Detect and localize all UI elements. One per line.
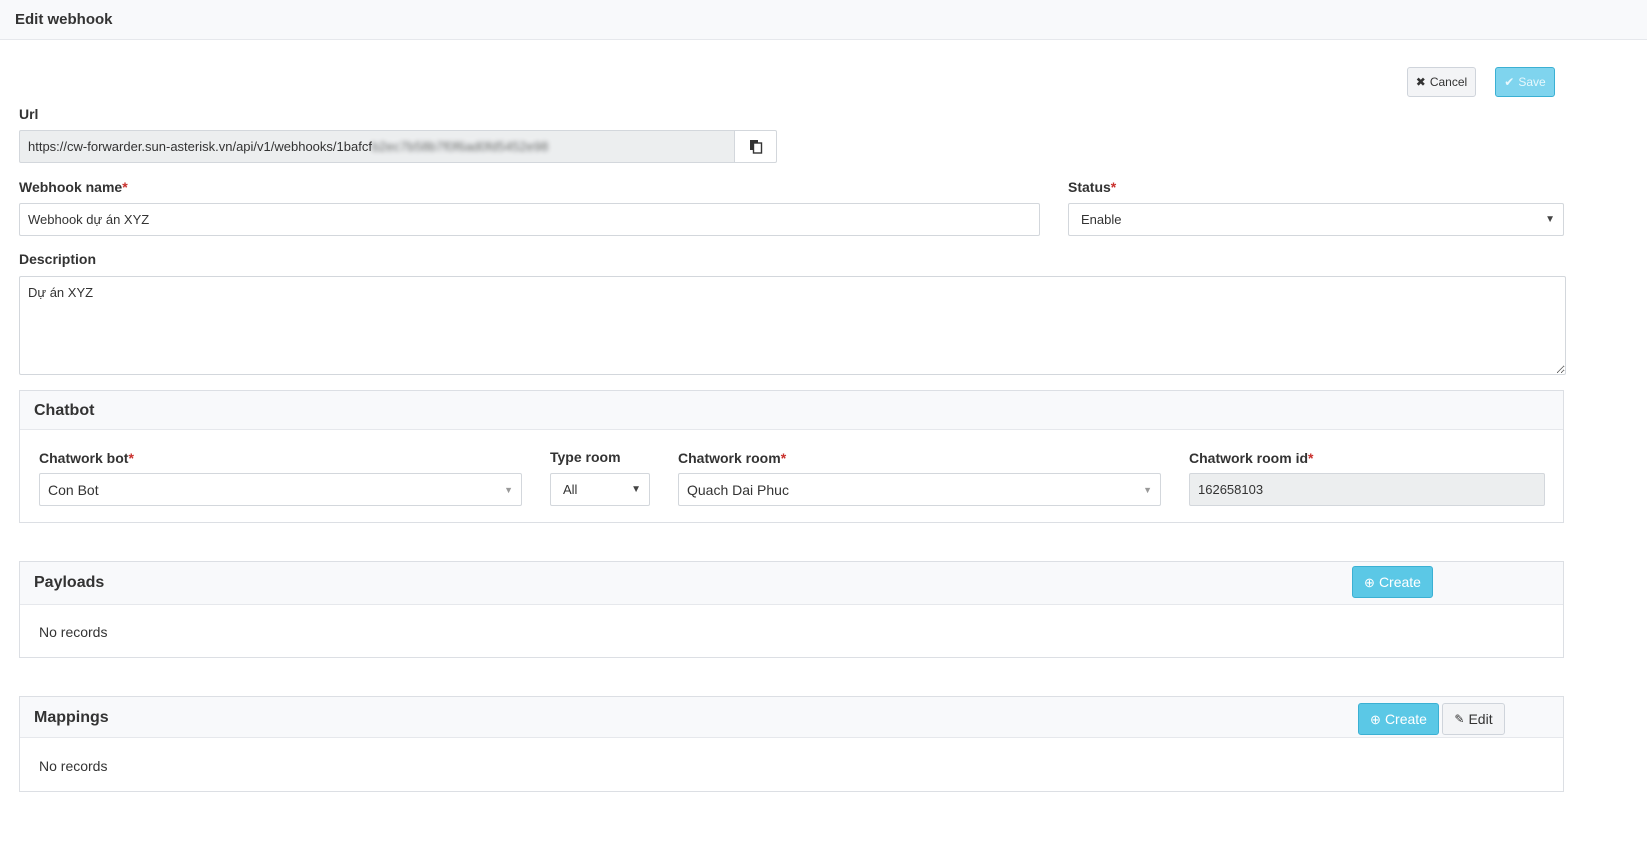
copy-icon (749, 140, 762, 154)
payloads-empty-text: No records (39, 624, 108, 640)
url-field[interactable]: https://cw-forwarder.sun-asterisk.vn/api… (19, 130, 735, 163)
plus-circle-icon: ⊕ (1364, 574, 1375, 590)
cancel-button[interactable]: ✖ Cancel (1407, 67, 1476, 97)
chatwork-bot-label: Chatwork bot* (39, 450, 134, 466)
caret-down-icon: ▼ (631, 484, 641, 495)
chatwork-bot-select[interactable]: Con Bot ▼ (39, 473, 522, 506)
description-textarea[interactable]: Dự án XYZ (19, 276, 1566, 375)
save-button[interactable]: ✔ Save (1495, 67, 1555, 97)
chatwork-room-id-label: Chatwork room id* (1189, 450, 1314, 466)
chatwork-room-id-field: 162658103 (1189, 473, 1545, 506)
chatwork-room-select[interactable]: Quach Dai Phuc ▼ (678, 473, 1161, 506)
plus-circle-icon: ⊕ (1370, 711, 1381, 727)
payloads-panel-title: Payloads (34, 574, 105, 591)
check-icon: ✔ (1504, 75, 1515, 89)
webhook-name-label: Webhook name* (19, 179, 128, 195)
page-header: Edit webhook (0, 0, 1647, 40)
url-label: Url (19, 106, 39, 122)
mappings-create-button[interactable]: ⊕ Create (1358, 703, 1439, 735)
caret-down-icon: ▼ (504, 484, 513, 495)
pencil-icon: ✎ (1454, 712, 1465, 726)
description-label: Description (19, 251, 97, 267)
page-title: Edit webhook (15, 11, 113, 28)
url-value-obscured: b2ec7b58b7f0f6ad0fd5452e98 (371, 139, 549, 154)
mappings-panel-header: Mappings (20, 697, 1563, 738)
payloads-panel: Payloads ⊕ Create No records (19, 561, 1564, 658)
payloads-create-button[interactable]: ⊕ Create (1352, 566, 1433, 598)
mappings-empty-text: No records (39, 758, 108, 774)
caret-down-icon: ▼ (1143, 484, 1152, 495)
chatbot-panel-header: Chatbot (20, 391, 1563, 430)
caret-down-icon: ▼ (1545, 214, 1555, 225)
mappings-panel-title: Mappings (34, 709, 109, 726)
copy-url-button[interactable] (734, 130, 777, 163)
mappings-edit-button[interactable]: ✎ Edit (1442, 703, 1505, 735)
webhook-name-input[interactable]: Webhook dự án XYZ (19, 203, 1040, 236)
status-label: Status* (1068, 179, 1117, 195)
mappings-panel: Mappings ⊕ Create ✎ Edit No records (19, 696, 1564, 792)
status-select[interactable]: Enable ▼ (1068, 203, 1564, 236)
type-room-select[interactable]: All ▼ (550, 473, 650, 506)
payloads-panel-header: Payloads (20, 562, 1563, 605)
chatwork-room-label: Chatwork room* (678, 450, 787, 466)
close-icon: ✖ (1415, 75, 1426, 89)
type-room-label: Type room (550, 449, 621, 465)
chatbot-panel: Chatbot Chatwork bot* Con Bot ▼ Type roo… (19, 390, 1564, 523)
chatbot-panel-title: Chatbot (34, 402, 95, 419)
url-value: https://cw-forwarder.sun-asterisk.vn/api… (28, 139, 372, 154)
